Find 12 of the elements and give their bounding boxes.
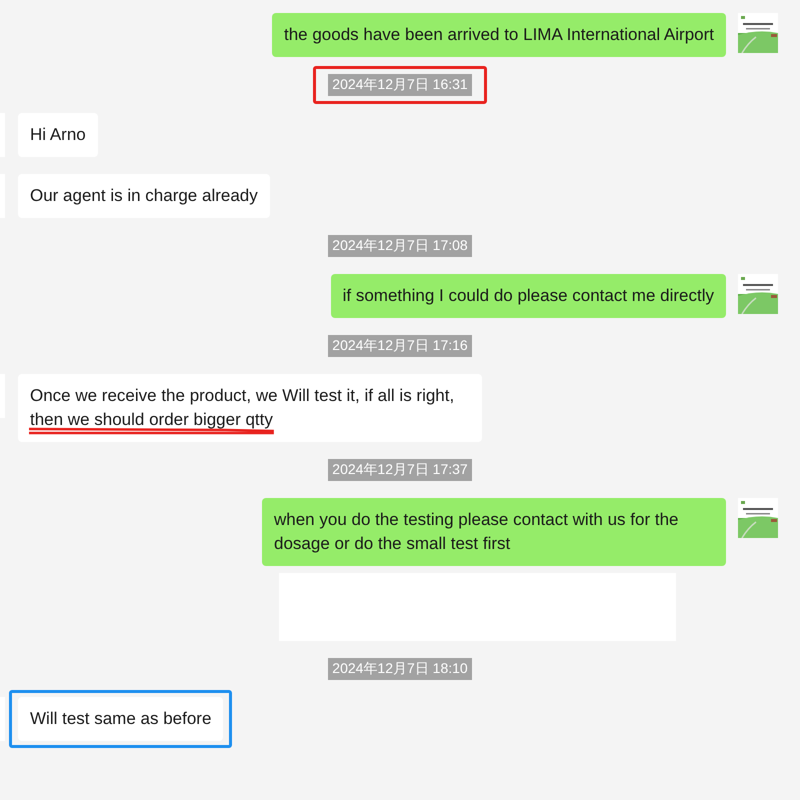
message-bubble: Hi Arno bbox=[18, 113, 98, 157]
message-bubble: Will test same as before bbox=[18, 697, 224, 741]
timestamp: 2024年12月7日 17:37 bbox=[328, 459, 472, 481]
message-bubble: Once we receive the product, we Will test it, if all is right, then we should order bigger qtty bbox=[18, 374, 482, 442]
message-bubble: when you do the testing please contact with us for the dosage or do the small test first bbox=[262, 498, 726, 566]
timestamp: 2024年12月7日 16:31 bbox=[328, 74, 472, 96]
timestamp: 2024年12月7日 17:16 bbox=[328, 335, 472, 357]
message-bubble: if something I could do please contact me directly bbox=[330, 274, 726, 318]
timestamp: 2024年12月7日 18:10 bbox=[328, 658, 472, 680]
message-bubble: Our agent is in charge already bbox=[18, 174, 270, 218]
timestamp: 2024年12月7日 17:08 bbox=[328, 235, 472, 257]
message-bubble: the goods have been arrived to LIMA International Airport bbox=[272, 13, 726, 57]
